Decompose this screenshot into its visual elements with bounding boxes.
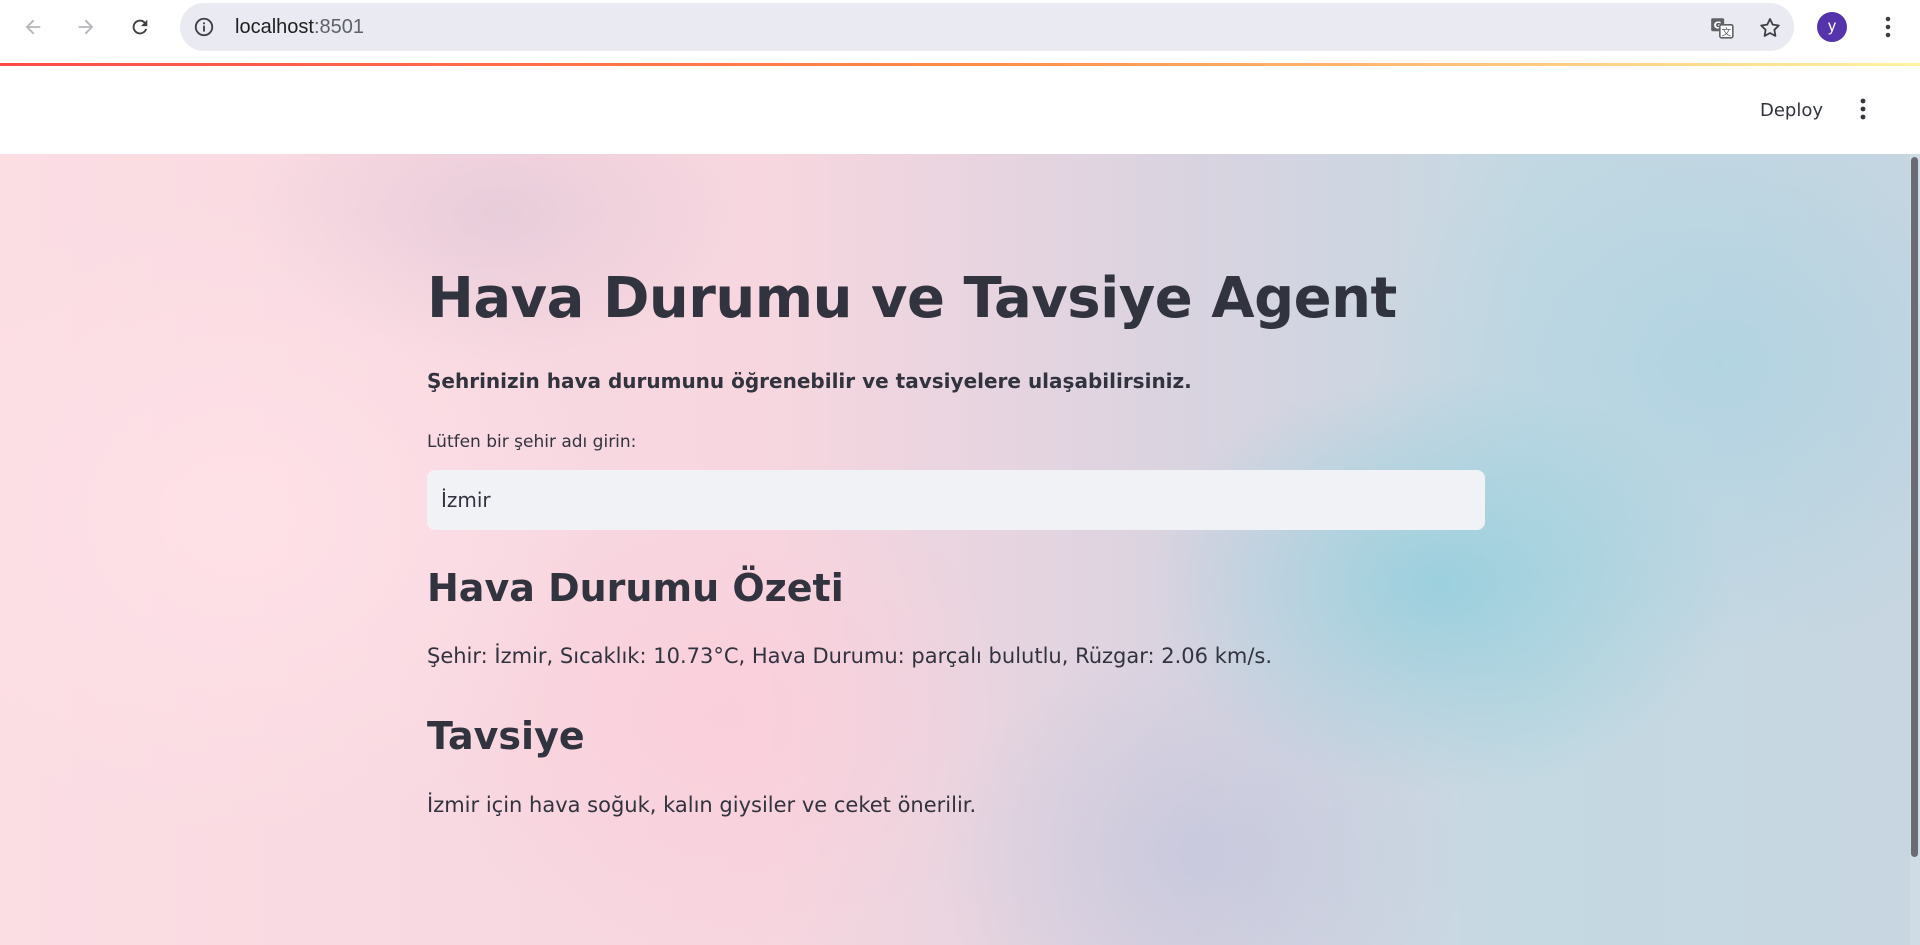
app-main: Hava Durumu ve Tavsiye Agent Şehrinizin …: [0, 154, 1920, 945]
app-menu-button[interactable]: [1848, 92, 1878, 126]
translate-icon[interactable]: G文: [1709, 15, 1735, 41]
forward-button[interactable]: [67, 8, 105, 46]
arrow-left-icon: [25, 19, 41, 35]
scrollbar[interactable]: [1910, 154, 1920, 945]
summary-heading: Hava Durumu Özeti: [427, 566, 844, 610]
summary-text: Şehir: İzmir, Sıcaklık: 10.73°C, Hava Du…: [427, 644, 1273, 668]
city-input-label: Lütfen bir şehir adı girin:: [427, 432, 637, 452]
page-title: Hava Durumu ve Tavsiye Agent: [427, 266, 1397, 331]
advice-heading: Tavsiye: [427, 714, 585, 758]
kebab-icon: [1860, 98, 1866, 120]
url-text: localhost:8501: [235, 3, 364, 51]
star-icon[interactable]: [1757, 15, 1783, 41]
info-icon[interactable]: [193, 16, 215, 38]
kebab-icon: [1885, 16, 1891, 38]
avatar-letter: y: [1828, 18, 1836, 35]
reload-button[interactable]: [121, 8, 159, 46]
city-input[interactable]: [427, 470, 1485, 530]
app-header: Deploy: [0, 66, 1920, 154]
back-button[interactable]: [14, 8, 52, 46]
url-port: :8501: [313, 16, 364, 38]
arrow-right-icon: [78, 19, 94, 35]
reload-icon: [132, 19, 148, 35]
advice-text: İzmir için hava soğuk, kalın giysiler ve…: [427, 793, 977, 817]
browser-menu-button[interactable]: [1872, 10, 1904, 44]
scrollbar-thumb[interactable]: [1911, 157, 1918, 857]
deploy-button[interactable]: Deploy: [1746, 93, 1837, 127]
profile-avatar[interactable]: y: [1817, 12, 1847, 42]
page-subtitle: Şehrinizin hava durumunu öğrenebilir ve …: [427, 369, 1192, 393]
url-host: localhost: [235, 16, 314, 38]
address-bar[interactable]: localhost:8501 G文: [180, 3, 1794, 51]
svg-text:文: 文: [1721, 26, 1731, 39]
browser-toolbar: localhost:8501 G文 y: [0, 0, 1920, 55]
